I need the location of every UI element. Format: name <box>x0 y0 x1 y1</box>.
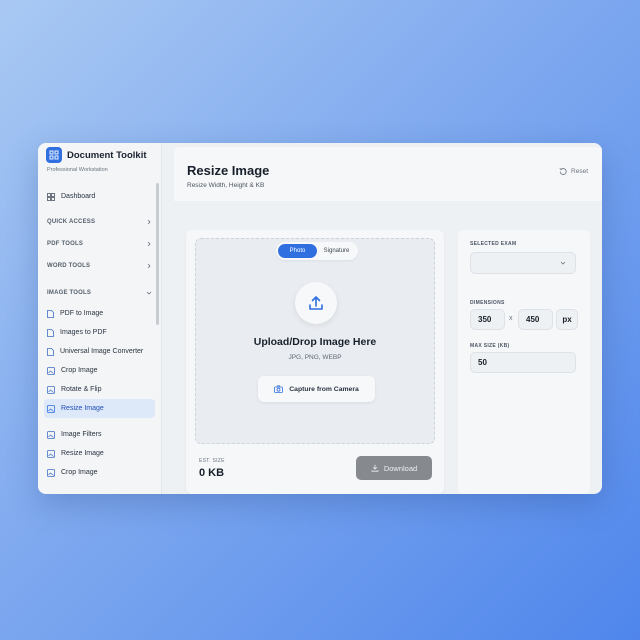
sidebar-item-label: Crop Image <box>61 469 98 476</box>
max-size-label: MAX SIZE (KB) <box>470 343 510 349</box>
image-icon <box>47 449 55 458</box>
est-size-value: 0 KB <box>199 467 225 479</box>
sidebar-item-dashboard[interactable]: Dashboard <box>44 187 155 206</box>
sidebar-item-universal-image-converter[interactable]: Universal Image Converter <box>44 342 155 361</box>
main-content: Resize Image Resize Width, Height & KB R… <box>162 143 602 494</box>
capture-camera-label: Capture from Camera <box>289 385 359 393</box>
section-label: QUICK ACCESS <box>47 219 96 225</box>
settings-card: SELECTED EXAM DIMENSIONS 350 x 450 px MA… <box>458 230 590 494</box>
image-icon <box>47 468 55 477</box>
width-input[interactable]: 350 <box>470 309 505 330</box>
tab-signature[interactable]: Signature <box>317 244 356 258</box>
grid-icon <box>47 192 55 201</box>
file-icon <box>47 347 54 356</box>
page-header: Resize Image Resize Width, Height & KB R… <box>174 147 602 201</box>
sidebar-item-images-to-pdf[interactable]: Images to PDF <box>44 323 155 342</box>
section-word-tools[interactable]: WORD TOOLS <box>44 255 155 277</box>
sidebar-item-label: Resize Image <box>61 450 104 457</box>
height-input[interactable]: 450 <box>518 309 553 330</box>
tab-photo[interactable]: Photo <box>278 244 317 258</box>
app-subtitle: Professional Workstation <box>47 167 108 173</box>
sidebar-item-label: Universal Image Converter <box>60 348 144 355</box>
chevron-right-icon <box>147 263 151 269</box>
est-size-label: EST. SIZE <box>199 458 225 464</box>
upload-card: Photo Signature Upload/Drop Image Here J… <box>186 230 444 494</box>
download-icon <box>371 464 379 472</box>
chevron-down-icon <box>560 261 566 265</box>
brand: Document Toolkit <box>44 147 155 163</box>
image-icon <box>47 404 55 413</box>
section-quick-access[interactable]: QUICK ACCESS <box>44 211 155 233</box>
file-icon <box>47 328 54 337</box>
sidebar-item-rotate-flip[interactable]: Rotate & Flip <box>44 380 155 399</box>
download-button[interactable]: Download <box>356 456 432 480</box>
dimension-separator: x <box>509 315 513 322</box>
section-image-tools[interactable]: IMAGE TOOLS <box>44 282 155 304</box>
app-logo-icon <box>46 147 62 163</box>
reset-label: Reset <box>571 167 588 175</box>
upload-formats: JPG, PNG, WEBP <box>288 354 342 361</box>
section-label: PDF TOOLS <box>47 241 84 247</box>
upload-button[interactable] <box>295 282 337 324</box>
app-window: Document Toolkit Professional Workstatio… <box>38 143 602 494</box>
image-icon <box>47 366 55 375</box>
sidebar-item-resize-image-2[interactable]: Resize Image <box>44 444 155 463</box>
dimensions-label: DIMENSIONS <box>470 300 505 306</box>
sidebar-item-label: Rotate & Flip <box>61 386 102 393</box>
sidebar-item-label: Image Filters <box>61 431 102 438</box>
sidebar-item-label: PDF to Image <box>60 310 104 317</box>
section-pdf-tools[interactable]: PDF TOOLS <box>44 233 155 255</box>
sidebar-scrollbar[interactable] <box>156 183 159 325</box>
reset-button[interactable]: Reset <box>559 167 588 175</box>
download-label: Download <box>383 463 418 473</box>
capture-camera-button[interactable]: Capture from Camera <box>258 376 375 402</box>
section-label: WORD TOOLS <box>47 263 91 269</box>
sidebar: Document Toolkit Professional Workstatio… <box>38 143 162 494</box>
chevron-right-icon <box>147 219 151 225</box>
exam-select[interactable] <box>470 252 576 274</box>
page-subtitle: Resize Width, Height & KB <box>187 182 265 189</box>
chevron-down-icon <box>146 291 152 295</box>
sidebar-item-label: Images to PDF <box>60 329 107 336</box>
unit-select[interactable]: px <box>556 309 578 330</box>
sidebar-item-label: Dashboard <box>61 193 96 200</box>
image-icon <box>47 430 55 439</box>
image-icon <box>47 385 55 394</box>
selected-exam-label: SELECTED EXAM <box>470 241 517 247</box>
sidebar-item-crop-image[interactable]: Crop Image <box>44 361 155 380</box>
sidebar-item-crop-image-2[interactable]: Crop Image <box>44 463 155 482</box>
drop-zone[interactable]: Photo Signature Upload/Drop Image Here J… <box>195 238 435 444</box>
sidebar-nav: Dashboard QUICK ACCESS PDF TOOLS WORD TO… <box>44 187 155 482</box>
chevron-right-icon <box>147 241 151 247</box>
upload-title: Upload/Drop Image Here <box>253 336 377 348</box>
sidebar-item-resize-image[interactable]: Resize Image <box>44 399 155 418</box>
sidebar-item-pdf-to-image[interactable]: PDF to Image <box>44 304 155 323</box>
sidebar-item-label: Crop Image <box>61 367 98 374</box>
sidebar-item-image-filters[interactable]: Image Filters <box>44 425 155 444</box>
file-icon <box>47 309 54 318</box>
section-label: IMAGE TOOLS <box>47 290 92 296</box>
sidebar-item-label: Resize Image <box>61 405 104 412</box>
app-title: Document Toolkit <box>67 149 147 161</box>
mode-toggle: Photo Signature <box>276 242 358 260</box>
camera-icon <box>274 385 284 393</box>
page-title: Resize Image <box>187 163 270 178</box>
max-size-input[interactable]: 50 <box>470 352 576 373</box>
reset-icon <box>559 167 567 175</box>
upload-icon <box>309 296 323 310</box>
